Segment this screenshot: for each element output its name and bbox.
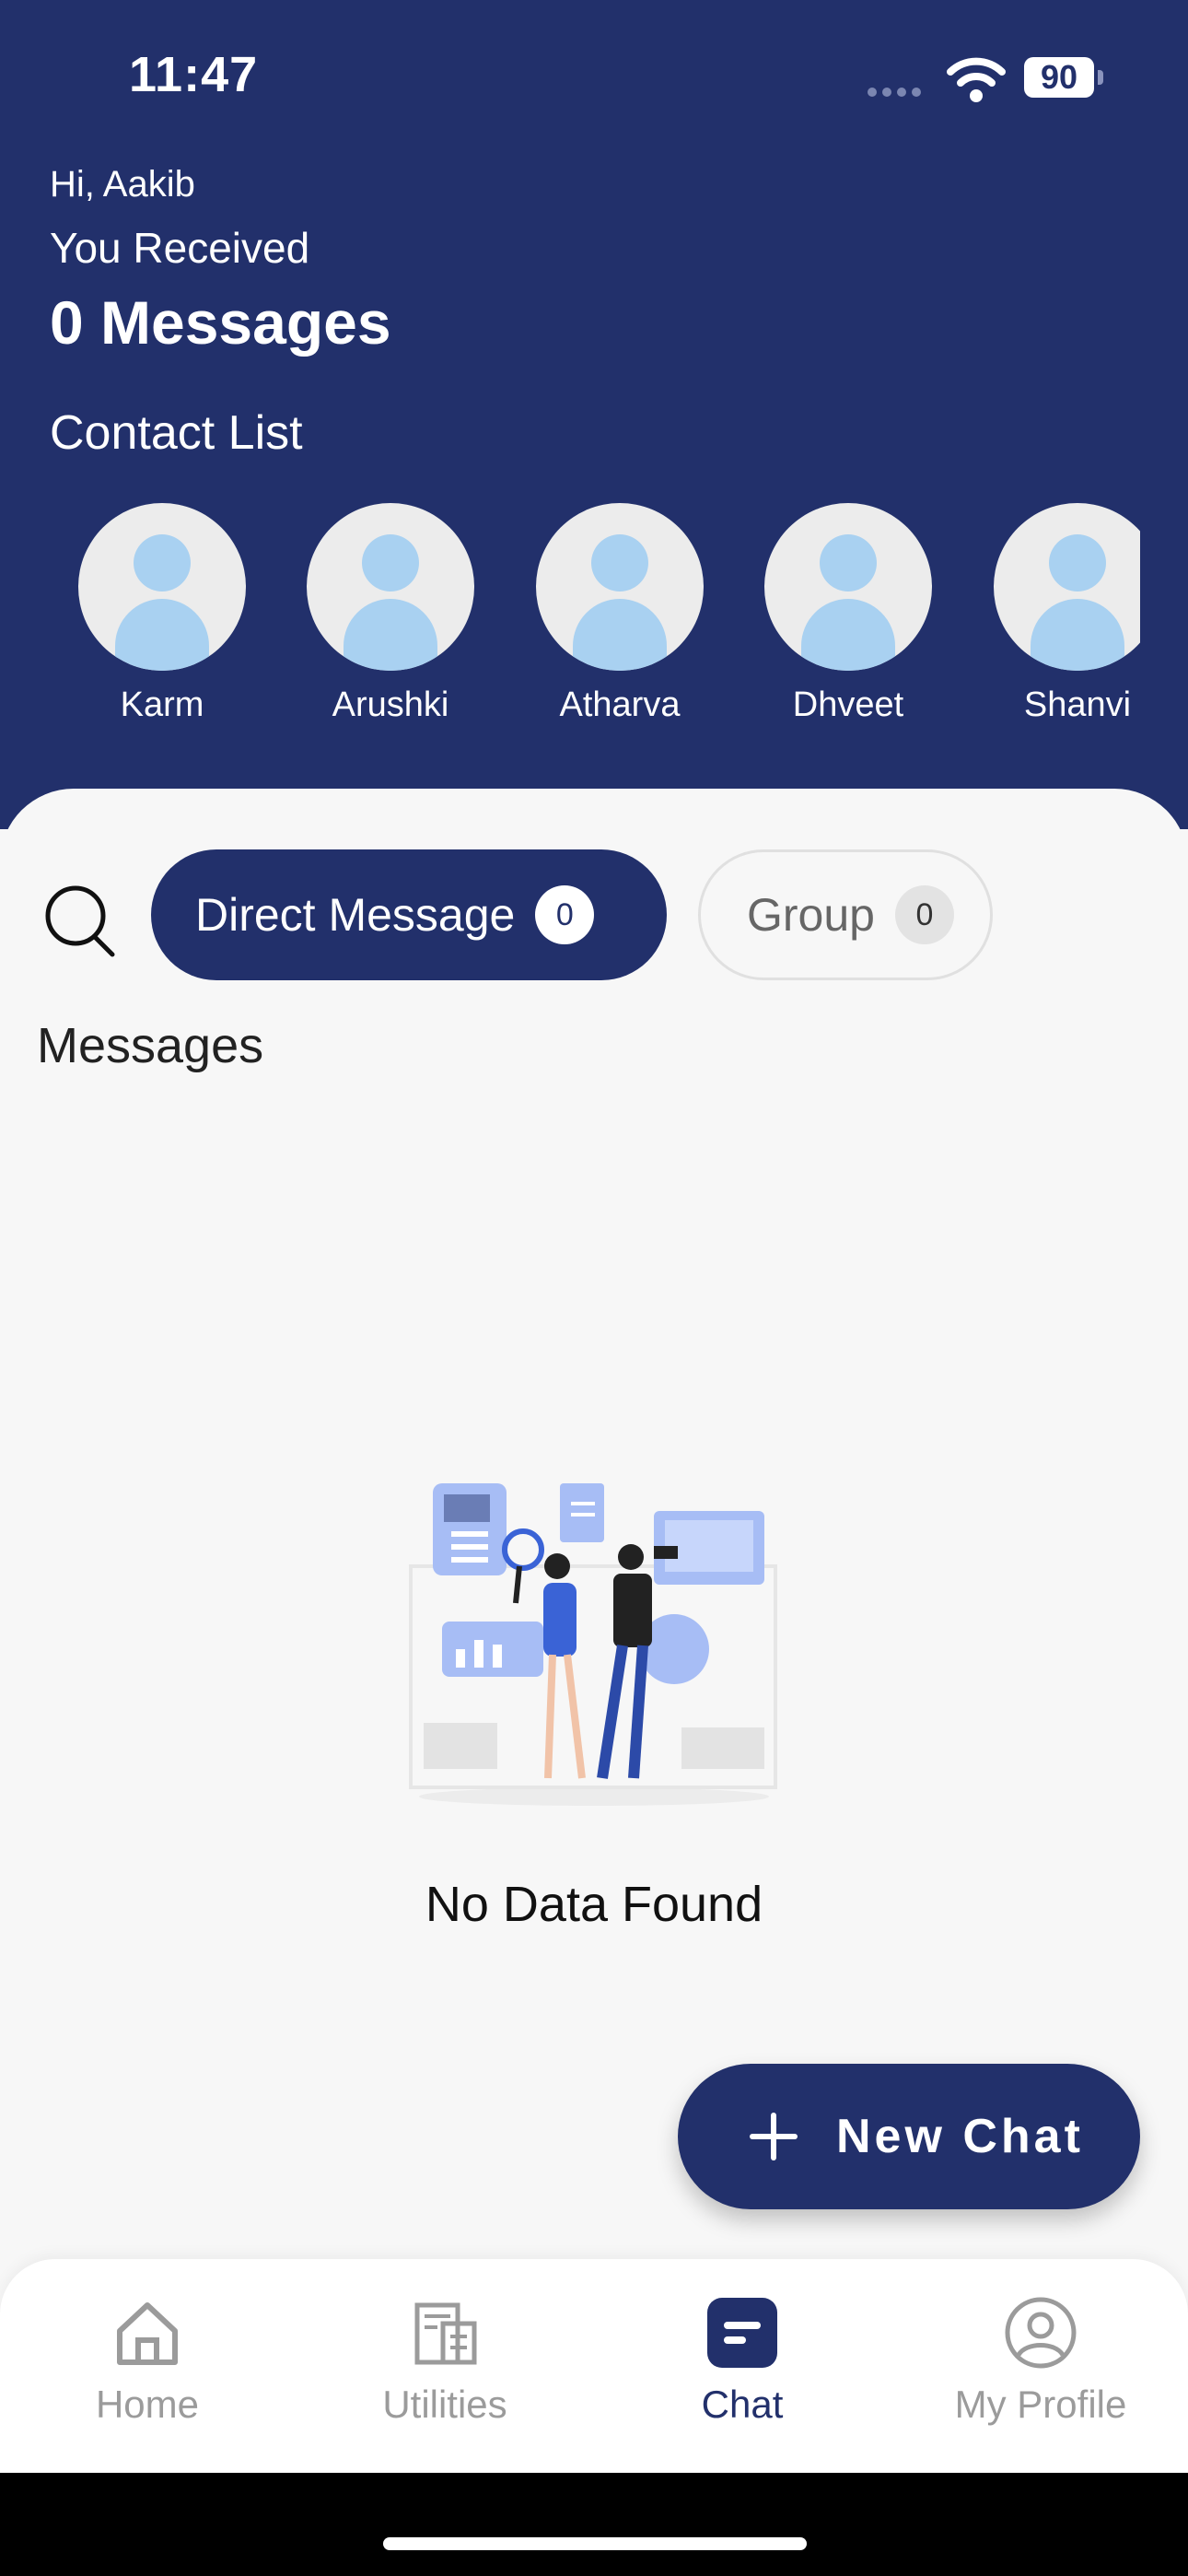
avatar <box>536 503 704 671</box>
battery-icon: 90 <box>1024 57 1105 100</box>
status-time: 11:47 <box>129 47 259 102</box>
chat-icon <box>707 2298 777 2368</box>
tab-utilities[interactable]: Utilities <box>307 2296 583 2427</box>
home-indicator-bar <box>0 2473 1188 2576</box>
group-label: Group <box>747 889 875 941</box>
contact-item[interactable]: Karm <box>70 503 254 725</box>
contact-list-title: Contact List <box>50 406 303 460</box>
tab-my-profile[interactable]: My Profile <box>903 2296 1179 2427</box>
utilities-icon <box>414 2302 477 2365</box>
new-chat-label: New Chat <box>836 2110 1084 2163</box>
received-label: You Received <box>50 224 310 272</box>
home-icon <box>117 2302 178 2365</box>
group-tab[interactable]: Group 0 <box>698 849 993 980</box>
contact-name: Dhveet <box>792 685 904 724</box>
contact-item[interactable]: Arushki <box>298 503 483 725</box>
greeting-text: Hi, Aakib <box>50 164 195 205</box>
direct-message-count-badge: 0 <box>535 885 595 944</box>
home-indicator[interactable] <box>383 2537 807 2550</box>
group-count-badge: 0 <box>894 885 954 944</box>
direct-message-tab[interactable]: Direct Message 0 <box>151 849 667 980</box>
new-chat-button[interactable]: New Chat <box>678 2064 1140 2209</box>
message-count: 0 Messages <box>50 288 391 357</box>
tab-chat[interactable]: Chat <box>604 2296 880 2427</box>
empty-state-illustration <box>409 1483 777 1806</box>
contact-item[interactable]: Shanvi <box>985 503 1140 725</box>
contact-name: Karm <box>120 685 204 724</box>
battery-level: 90 <box>1024 57 1094 98</box>
bottom-tab-bar: Home Utilities Chat My Profile <box>0 2259 1188 2473</box>
header-panel: 11:47 90 Hi, Aakib You Received 0 Messag… <box>0 0 1188 829</box>
tab-my-profile-label: My Profile <box>954 2383 1127 2426</box>
tab-home-label: Home <box>95 2383 200 2426</box>
empty-state-text: No Data Found <box>425 1877 763 1932</box>
avatar <box>78 503 246 671</box>
contact-item[interactable]: Atharva <box>528 503 712 725</box>
tab-chat-label: Chat <box>701 2383 784 2426</box>
contact-item[interactable]: Dhveet <box>756 503 940 725</box>
contact-list: Karm Arushki Atharva Dhveet Shanvi <box>0 503 1140 743</box>
cellular-signal-icon <box>868 85 932 98</box>
search-icon[interactable] <box>39 879 122 962</box>
avatar <box>994 503 1140 671</box>
messages-title: Messages <box>37 1018 264 1073</box>
avatar <box>764 503 932 671</box>
contact-name: Atharva <box>559 685 681 724</box>
status-bar: 11:47 90 <box>0 0 1188 157</box>
wifi-icon <box>947 57 1006 102</box>
avatar <box>307 503 474 671</box>
direct-message-label: Direct Message <box>195 889 516 941</box>
contact-name: Shanvi <box>1023 685 1132 724</box>
contact-name: Arushki <box>332 685 449 724</box>
plus-icon <box>750 2113 798 2160</box>
tab-home[interactable]: Home <box>9 2296 285 2427</box>
profile-icon <box>1005 2297 1077 2369</box>
tab-utilities-label: Utilities <box>382 2383 507 2426</box>
